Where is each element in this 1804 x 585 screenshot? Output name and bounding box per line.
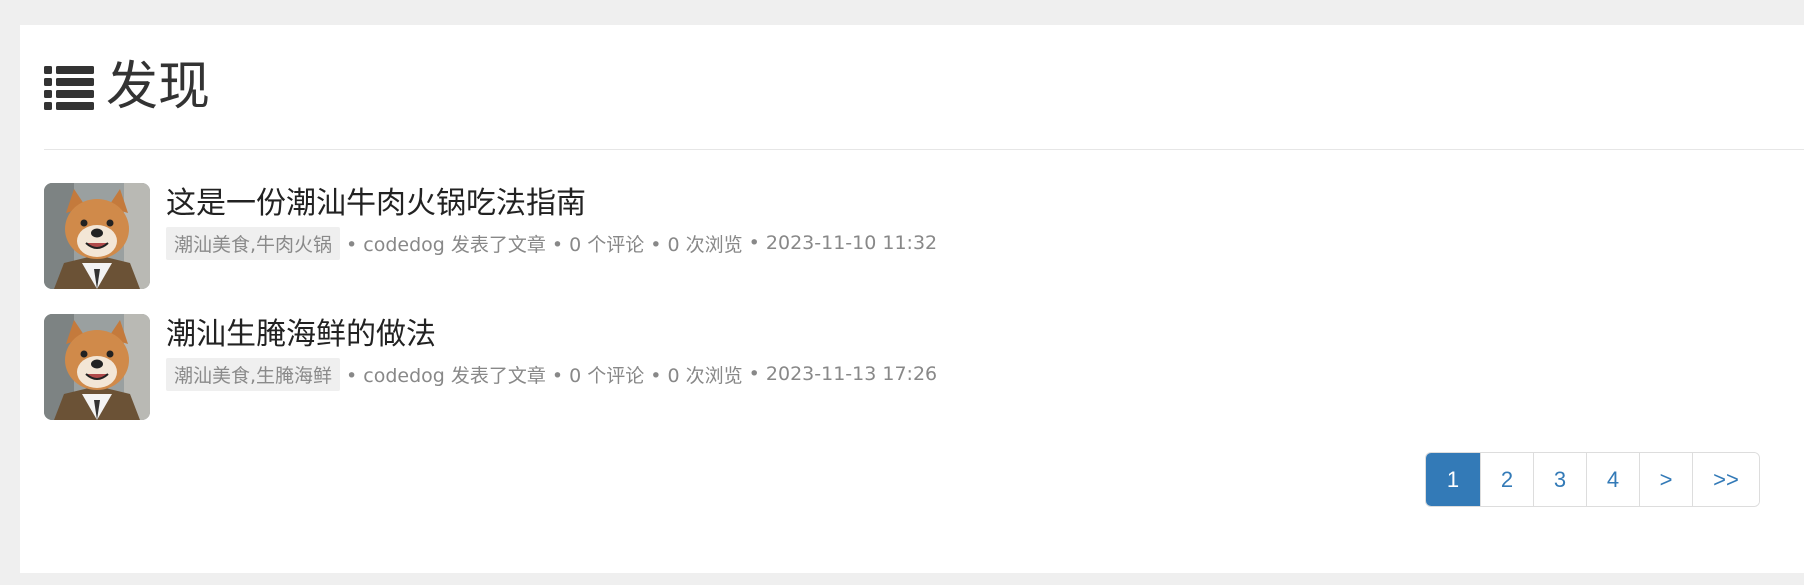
pagination: 1 2 3 4 > >>: [1425, 452, 1760, 507]
page-button-3[interactable]: 3: [1533, 453, 1586, 506]
list-icon: [44, 66, 94, 110]
main-panel: 发现 这是一份潮汕牛肉火锅吃法指南 潮汕美食,牛肉火锅 • codedog 发表…: [20, 25, 1804, 573]
last-page-button[interactable]: >>: [1692, 453, 1759, 506]
next-page-button[interactable]: >: [1639, 453, 1692, 506]
page-title: 发现: [106, 57, 211, 117]
post-meta: 潮汕美食,牛肉火锅 • codedog 发表了文章 • 0 个评论 • 0 次浏…: [166, 226, 938, 260]
post-meta: 潮汕美食,生腌海鲜 • codedog 发表了文章 • 0 个评论 • 0 次浏…: [166, 357, 938, 391]
dog-avatar-icon[interactable]: [44, 183, 150, 289]
post-title-link[interactable]: 潮汕生腌海鲜的做法: [166, 314, 436, 356]
header-divider: [44, 149, 1804, 150]
post-tags[interactable]: 潮汕美食,生腌海鲜: [166, 357, 341, 391]
post-tags[interactable]: 潮汕美食,牛肉火锅: [166, 226, 341, 260]
page-button-2[interactable]: 2: [1480, 453, 1533, 506]
post-comments: • 0 个评论: [551, 364, 645, 387]
dog-avatar-icon[interactable]: [44, 314, 150, 420]
post-title-link[interactable]: 这是一份潮汕牛肉火锅吃法指南: [166, 183, 586, 225]
post-author-action: • codedog 发表了文章: [346, 233, 546, 256]
page-button-4[interactable]: 4: [1586, 453, 1639, 506]
post-comments: • 0 个评论: [551, 233, 645, 256]
post-views: • 0 次浏览: [650, 364, 743, 387]
page-header: 发现: [44, 55, 210, 119]
list-item: 这是一份潮汕牛肉火锅吃法指南 潮汕美食,牛肉火锅 • codedog 发表了文章…: [44, 183, 1744, 289]
post-author-action: • codedog 发表了文章: [346, 364, 546, 387]
post-time: • 2023-11-10 11:32: [748, 232, 938, 254]
post-time: • 2023-11-13 17:26: [748, 363, 938, 385]
list-item: 潮汕生腌海鲜的做法 潮汕美食,生腌海鲜 • codedog 发表了文章 • 0 …: [44, 314, 1744, 420]
page-button-1[interactable]: 1: [1426, 453, 1480, 506]
post-views: • 0 次浏览: [650, 233, 743, 256]
